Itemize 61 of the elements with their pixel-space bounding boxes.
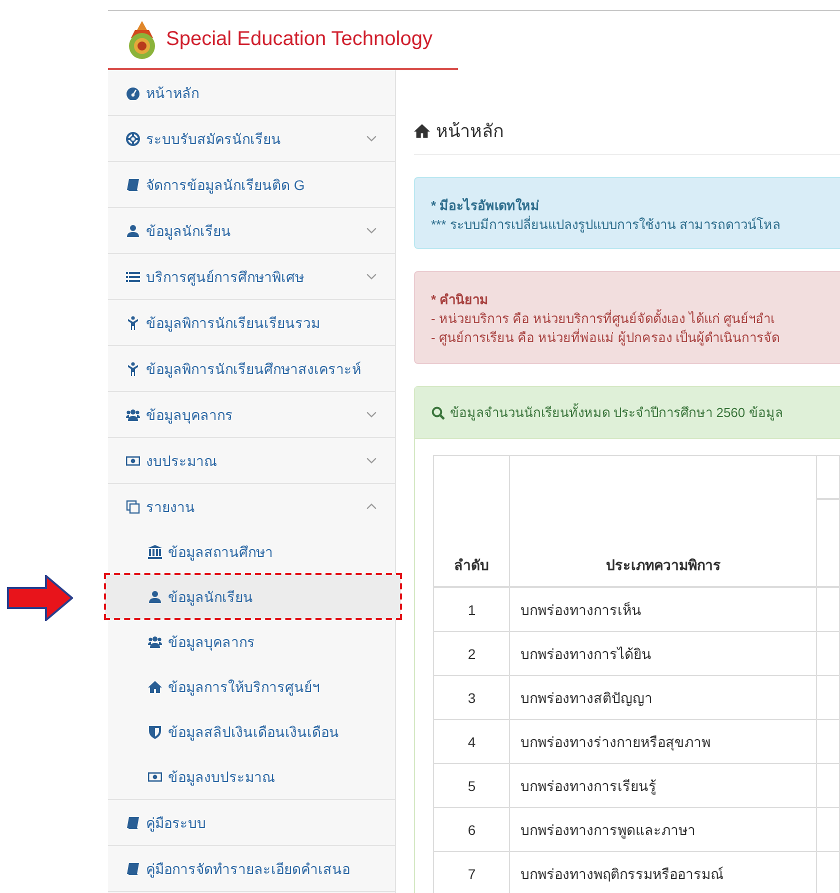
copy-icon: [126, 500, 140, 514]
child-figure-icon: [126, 316, 140, 330]
table-cell: บกพร่องทางการได้ยิน: [510, 632, 817, 676]
sidebar-item[interactable]: รายงาน: [108, 484, 395, 529]
sidebar-item[interactable]: จัดการข้อมูลนักเรียนติด G: [108, 162, 395, 207]
home-icon: [148, 680, 162, 694]
page-title: หน้าหลัก: [414, 116, 840, 155]
table-cell: 3: [434, 676, 510, 720]
submenu-item[interactable]: ข้อมูลสลิปเงินเดือนเงินเดือน: [108, 709, 395, 754]
banknote-icon: [148, 770, 162, 784]
table-cell: บกพร่องทางการเห็น: [510, 587, 817, 632]
submenu-item[interactable]: ข้อมูลบุคลากร: [108, 619, 395, 664]
sidebar-item[interactable]: บริการศูนย์การศึกษาพิเศษ: [108, 254, 395, 299]
table-cell: 5: [434, 764, 510, 808]
book-icon: [126, 178, 140, 192]
column-header: ลำดับ: [434, 456, 510, 587]
user-icon: [148, 590, 162, 604]
book-icon: [126, 862, 140, 876]
sidebar-item[interactable]: คู่มือการจัดทำรายละเอียดคำเสนอ: [108, 846, 395, 891]
column-header: ประเภทความพิการ: [510, 456, 817, 587]
banknote-icon: [126, 454, 140, 468]
users-icon: [148, 634, 162, 648]
sidebar-item[interactable]: ระบบรับสมัครนักเรียน: [108, 116, 395, 161]
sidebar-item[interactable]: หน้าหลัก: [108, 70, 395, 115]
table-cell: 7: [434, 852, 510, 893]
alert-title: * มีอะไรอัพเดทใหม่: [431, 196, 541, 215]
book-icon: [126, 816, 140, 830]
sidebar-item[interactable]: ข้อมูลพิการนักเรียนเรียนรวม: [108, 300, 395, 345]
user-icon: [126, 224, 140, 238]
pointer-arrow-icon: [7, 575, 73, 621]
table-cell: 1: [434, 587, 510, 632]
alert-text: *** ระบบมีการเปลี่ยนแปลงรูปแบบการใช้งาน สามารถดาวน์โหล: [431, 215, 782, 234]
sidebar-item[interactable]: คู่มือระบบ: [108, 800, 395, 845]
alert-title: * คำนิยาม: [431, 291, 490, 309]
search-icon: [431, 406, 445, 420]
table-cell: 6: [434, 808, 510, 852]
table-cell: บกพร่องทางสติปัญญา: [510, 676, 817, 720]
submenu-item[interactable]: ข้อมูลสถานศึกษา: [108, 529, 395, 574]
site-title[interactable]: Special Education Technology: [166, 28, 432, 51]
home-icon: [414, 122, 430, 138]
sidebar-item[interactable]: ข้อมูลนักเรียน: [108, 208, 395, 253]
alert-text: - ศูนย์การเรียน คือ หน่วยที่พ่อแม่ ผู้ปกครอง เป็นผู้ดำเนินการจัด: [431, 328, 780, 347]
list-icon: [126, 270, 140, 284]
table-cell: บกพร่องทางการพูดและภาษา: [510, 808, 817, 852]
child-figure-icon: [126, 362, 140, 376]
table-cell: 2: [434, 632, 510, 676]
submenu-item[interactable]: ข้อมูลงบประมาณ: [108, 754, 395, 799]
users-icon: [126, 408, 140, 422]
lifebuoy-icon: [126, 132, 140, 146]
shield-icon: [148, 724, 162, 738]
dashboard-icon: [126, 86, 140, 100]
table-cell: บกพร่องทางร่างกายหรือสุขภาพ: [510, 720, 817, 764]
alert-text: - หน่วยบริการ คือ หน่วยบริการที่ศูนย์จัดตั้งเอง ได้แก่ ศูนย์ฯอำเ: [431, 309, 776, 328]
submenu-item[interactable]: ข้อมูลการให้บริการศูนย์ฯ: [108, 664, 395, 709]
table-cell: บกพร่องทางการเรียนรู้: [510, 764, 817, 808]
panel-title: ข้อมูลจำนวนนักเรียนทั้งหมด ประจำปีการศึกษา 2560 ข้อมูล: [450, 402, 783, 422]
bank-icon: [148, 544, 162, 558]
sidebar-item[interactable]: งบประมาณ: [108, 438, 395, 483]
sidebar-item[interactable]: ข้อมูลบุคลากร: [108, 392, 395, 437]
table-cell: 4: [434, 720, 510, 764]
sidebar-item[interactable]: ข้อมูลพิการนักเรียนศึกษาสงเคราะห์: [108, 346, 395, 391]
